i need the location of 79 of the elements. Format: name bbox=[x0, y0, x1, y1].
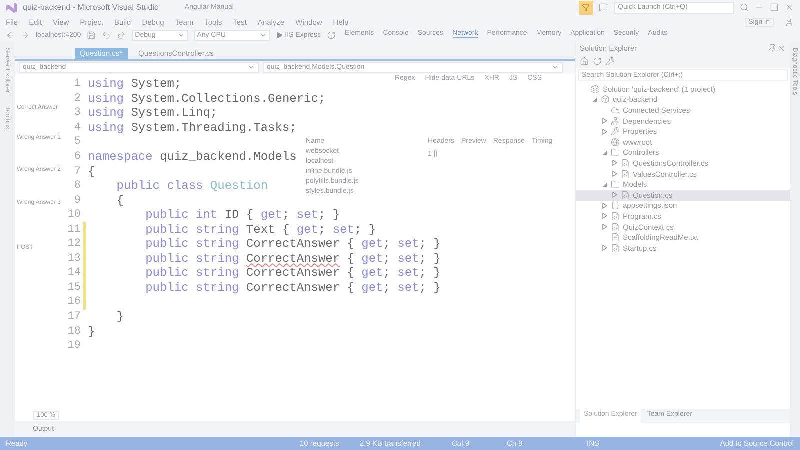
code-line: } bbox=[116, 310, 124, 324]
line-number: 6 bbox=[73, 151, 81, 163]
home-icon[interactable] bbox=[580, 57, 589, 66]
line-number: 10 bbox=[66, 209, 81, 222]
caret-icon bbox=[248, 64, 255, 71]
expanded-arrow-icon[interactable] bbox=[592, 96, 598, 103]
refresh-icon[interactable] bbox=[326, 31, 336, 40]
cs-icon bbox=[621, 190, 630, 200]
line-number: 18 bbox=[66, 326, 81, 338]
line-number: 15 bbox=[66, 282, 81, 294]
feedback-icon[interactable] bbox=[599, 3, 608, 12]
cs-icon bbox=[611, 212, 620, 221]
code-line: public string CorrectAnswer { get; set; } bbox=[144, 237, 441, 252]
solution-icon bbox=[591, 84, 600, 94]
line-number: 3 bbox=[73, 107, 81, 120]
caret-icon bbox=[178, 32, 186, 39]
cs-icon bbox=[611, 222, 620, 232]
properties-icon[interactable] bbox=[606, 57, 615, 66]
connected-icon bbox=[611, 106, 620, 115]
txt-icon bbox=[611, 233, 620, 242]
code-line: public int ID { get; set; } bbox=[144, 208, 340, 222]
deps-icon bbox=[611, 116, 620, 126]
code-line: { bbox=[116, 194, 124, 208]
app-logo-icon bbox=[6, 2, 17, 12]
code-line: namespace quiz_backend.Models bbox=[88, 150, 297, 164]
code-line: public string CorrectAnswer { get; set; } bbox=[144, 280, 441, 295]
line-number: 16 bbox=[66, 296, 81, 308]
project-icon bbox=[601, 95, 610, 104]
code-line: public string CorrectAnswer { get; set; } bbox=[144, 266, 441, 280]
forward-icon[interactable] bbox=[21, 31, 30, 40]
caret-icon bbox=[260, 32, 268, 39]
collapsed-arrow-icon[interactable] bbox=[602, 245, 608, 252]
line-number: 1 bbox=[73, 78, 81, 90]
line-number: 2 bbox=[73, 92, 81, 105]
line-number: 5 bbox=[73, 136, 81, 148]
pin-icon[interactable] bbox=[768, 44, 777, 53]
window-title: quiz-backend - Microsoft Visual Studio bbox=[23, 3, 159, 12]
code-line: public class Question bbox=[116, 179, 268, 194]
cs-icon bbox=[621, 158, 630, 168]
globe-icon bbox=[611, 138, 620, 147]
code-line: public string CorrectAnswer { get; set; } bbox=[144, 252, 441, 266]
line-number: 8 bbox=[73, 180, 81, 192]
play-icon bbox=[276, 32, 284, 39]
code-line: using System.Threading.Tasks; bbox=[88, 120, 297, 135]
account-icon[interactable] bbox=[785, 18, 794, 26]
save-icon[interactable] bbox=[87, 31, 96, 40]
redo-icon[interactable] bbox=[117, 31, 126, 40]
sync-icon[interactable] bbox=[593, 57, 602, 66]
expanded-arrow-icon[interactable] bbox=[602, 182, 608, 188]
folder-icon bbox=[611, 148, 620, 158]
code-line: using System.Collections.Generic; bbox=[88, 92, 326, 106]
undo-icon[interactable] bbox=[102, 31, 112, 40]
line-number: 12 bbox=[66, 238, 81, 250]
line-number: 17 bbox=[66, 311, 81, 324]
code-line: } bbox=[88, 324, 96, 339]
code-line: { bbox=[88, 164, 96, 179]
caret-icon bbox=[552, 64, 559, 71]
close-icon[interactable] bbox=[785, 3, 794, 12]
maximize-icon[interactable] bbox=[770, 3, 779, 12]
filter-icon[interactable] bbox=[579, 0, 593, 14]
line-number: 13 bbox=[66, 252, 81, 265]
json-icon bbox=[611, 201, 620, 210]
line-number: 9 bbox=[73, 194, 81, 207]
close-icon[interactable] bbox=[777, 44, 786, 53]
wrench-icon bbox=[611, 127, 620, 136]
code-line: public string Text { get; set; } bbox=[144, 222, 376, 237]
line-number: 19 bbox=[66, 340, 81, 352]
folder-icon bbox=[611, 180, 620, 190]
expanded-arrow-icon[interactable] bbox=[602, 150, 608, 156]
code-line: using System; bbox=[88, 77, 182, 92]
line-number: 11 bbox=[66, 224, 81, 236]
line-number: 14 bbox=[66, 267, 81, 280]
code-line: using System.Linq; bbox=[88, 106, 218, 120]
line-number: 4 bbox=[73, 122, 81, 134]
cs-icon bbox=[621, 170, 630, 179]
cs-icon bbox=[611, 244, 620, 253]
search-icon[interactable] bbox=[740, 3, 749, 12]
line-number: 7 bbox=[73, 166, 81, 178]
back-icon[interactable] bbox=[6, 31, 15, 40]
